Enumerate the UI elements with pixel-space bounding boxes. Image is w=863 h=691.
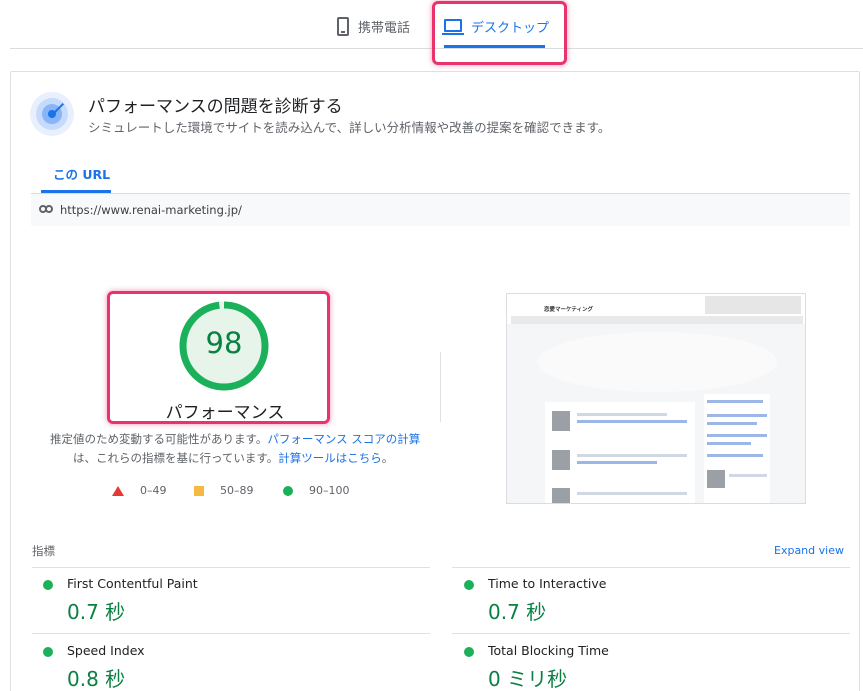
estimate-note-line2: は、これらの指標を基に行っています。計算ツールはこちら。 — [73, 450, 393, 466]
metric-row-divider — [452, 567, 850, 568]
score-calc-link[interactable]: パフォーマンス スコアの計算 — [267, 432, 420, 446]
metric-name-speed-index: Speed Index — [67, 643, 145, 658]
thumbnail-site-name: 恋愛マーケティング — [544, 307, 594, 313]
metric-value-fcp: 0.7 秒 — [67, 600, 126, 624]
legend-poor: 0–49 — [112, 484, 167, 497]
metric-name-tti: Time to Interactive — [488, 576, 607, 591]
metric-row-divider — [32, 633, 430, 634]
legend-average: 50–89 — [194, 484, 254, 497]
legend-good-range: 90–100 — [309, 484, 350, 497]
good-circle-icon — [43, 580, 53, 590]
expand-view-button[interactable]: Expand view — [774, 544, 844, 557]
diagnose-title: パフォーマンスの問題を診断する — [88, 97, 343, 117]
tab-mobile[interactable]: 携帯電話 — [337, 14, 410, 38]
metric-row-divider — [452, 633, 850, 634]
highlight-box-desktop-tab — [432, 1, 567, 65]
tab-this-url[interactable]: この URL — [53, 164, 110, 183]
good-circle-icon — [464, 647, 474, 657]
url-text: https://www.renai-marketing.jp/ — [60, 203, 242, 217]
estimate-note-text-2: は、これらの指標を基に行っています。 — [73, 451, 279, 465]
metric-value-tti: 0.7 秒 — [488, 600, 547, 624]
circle-icon — [283, 485, 293, 496]
square-icon — [194, 485, 204, 496]
phone-icon — [337, 16, 349, 36]
vertical-divider — [440, 352, 441, 422]
good-circle-icon — [43, 647, 53, 657]
legend-good: 90–100 — [283, 484, 350, 497]
calculator-link[interactable]: 計算ツールはこちら — [278, 451, 382, 465]
good-circle-icon — [464, 580, 474, 590]
metrics-heading: 指標 — [32, 544, 55, 558]
page-screenshot-thumbnail: 恋愛マーケティング — [506, 293, 806, 504]
url-bar: https://www.renai-marketing.jp/ — [31, 193, 850, 226]
estimate-note-line1: 推定値のため変動する可能性があります。パフォーマンス スコアの計算 — [50, 431, 420, 447]
metric-value-tbt: 0 ミリ秒 — [488, 667, 568, 691]
legend-average-range: 50–89 — [220, 484, 254, 497]
highlight-box-score — [107, 291, 330, 424]
triangle-icon — [112, 485, 124, 496]
tab-mobile-label: 携帯電話 — [358, 20, 411, 36]
estimate-note-suffix: 。 — [381, 451, 394, 465]
diagnose-gauge-icon — [30, 92, 74, 136]
estimate-note-text: 推定値のため変動する可能性があります。 — [50, 432, 268, 446]
link-icon — [39, 205, 53, 213]
metric-name-tbt: Total Blocking Time — [488, 643, 609, 658]
diagnose-subtitle: シミュレートした環境でサイトを読み込んで、詳しい分析情報や改善の提案を確認できま… — [88, 120, 611, 135]
metric-name-fcp: First Contentful Paint — [67, 576, 198, 591]
metric-value-speed-index: 0.8 秒 — [67, 667, 126, 691]
metric-row-divider — [32, 567, 430, 568]
legend-poor-range: 0–49 — [140, 484, 167, 497]
